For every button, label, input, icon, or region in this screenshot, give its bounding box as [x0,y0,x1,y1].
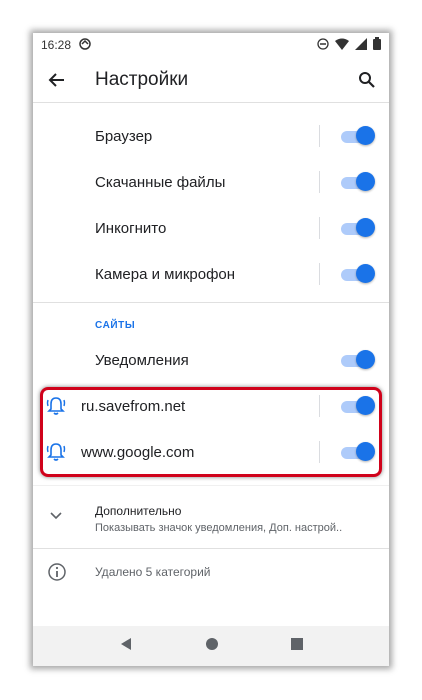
camera-mic-toggle[interactable] [339,264,375,283]
page-title: Настройки [95,68,189,90]
divider [319,171,320,193]
divider [319,441,320,463]
setting-row-incognito[interactable]: Инкогнито [33,205,389,251]
setting-label: Уведомления [95,351,189,369]
downloads-toggle[interactable] [339,172,375,191]
advanced-section[interactable]: Дополнительно Показывать значок уведомле… [33,485,389,549]
nav-back-button[interactable] [119,637,133,656]
main-settings-group: Браузер Скачанные файлы Инкогнито Камера… [33,103,389,303]
deleted-categories-text: Удалено 5 категорий [95,565,211,579]
phone-screen: 16:28 Настройки Браузер Скачанные файлы … [33,33,389,666]
setting-label: Скачанные файлы [95,173,226,191]
nav-home-button[interactable] [205,637,219,656]
signal-icon [355,37,367,53]
site-label: ru.savefrom.net [81,397,186,415]
app-bar: Настройки [33,57,389,103]
advanced-title: Дополнительно [95,504,182,518]
setting-row-camera-mic[interactable]: Камера и микрофон [33,251,389,297]
divider [319,395,320,417]
search-icon [358,72,375,88]
bell-icon [45,441,67,463]
status-time: 16:28 [41,38,72,52]
triangle-back-icon [121,637,131,650]
advanced-subtitle: Показывать значок уведомления, Доп. наст… [95,522,343,534]
sync-icon [79,37,91,53]
setting-row-notifications[interactable]: Уведомления [33,337,389,383]
site-label: www.google.com [81,443,195,461]
incognito-toggle[interactable] [339,218,375,237]
battery-icon [373,37,381,53]
chevron-down-icon [49,508,63,526]
notifications-toggle[interactable] [339,350,375,369]
back-button[interactable] [33,57,81,103]
setting-label: Камера и микрофон [95,265,236,283]
system-nav-bar [33,626,389,666]
setting-label: Инкогнито [95,219,167,237]
info-icon [47,562,67,587]
setting-row-downloads[interactable]: Скачанные файлы [33,159,389,205]
divider [319,125,320,147]
divider [319,217,320,239]
deleted-categories-row: Удалено 5 категорий [33,549,389,595]
nav-recents-button[interactable] [291,637,303,655]
sites-section-header: САЙТЫ [95,320,136,331]
site-row-savefrom[interactable]: ru.savefrom.net [33,383,389,429]
status-bar: 16:28 [33,33,389,57]
square-recents-icon [291,638,303,650]
search-button[interactable] [343,57,389,103]
site-row-google[interactable]: www.google.com [33,429,389,475]
setting-label: Браузер [95,127,153,145]
arrow-back-icon [48,72,64,87]
bell-icon [45,395,67,417]
savefrom-toggle[interactable] [339,396,375,415]
dnd-icon [317,37,329,53]
setting-row-browser[interactable]: Браузер [33,113,389,159]
circle-home-icon [206,637,218,650]
divider [319,263,320,285]
google-toggle[interactable] [339,442,375,461]
browser-toggle[interactable] [339,126,375,145]
wifi-icon [335,38,349,53]
